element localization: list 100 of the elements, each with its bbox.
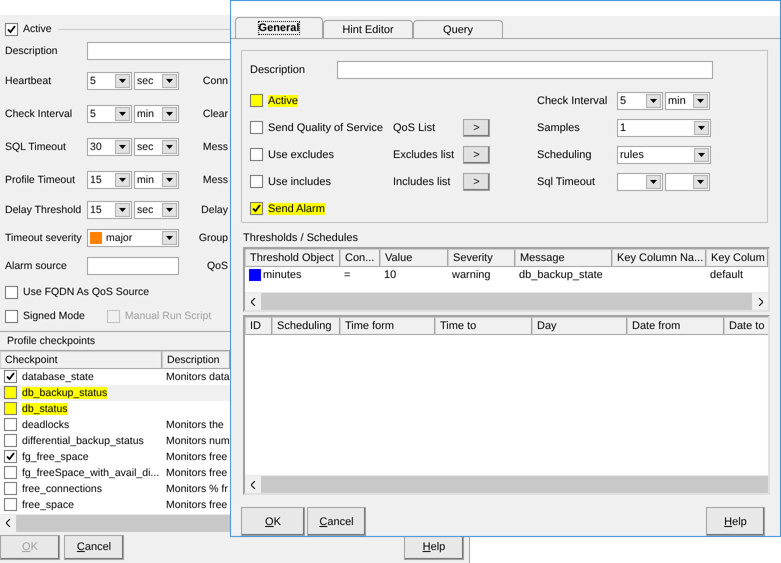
checkpoint-name: free_space [22, 498, 74, 511]
column-header[interactable]: Severity [448, 248, 515, 267]
unit-dropdown[interactable]: min [665, 92, 710, 110]
unit-dropdown[interactable]: sec [134, 201, 179, 219]
dialog-button[interactable]: Help [706, 507, 765, 536]
option-label: Manual Run Script [124, 310, 212, 322]
unit-dropdown[interactable]: min [134, 170, 179, 188]
scroll-right-icon[interactable] [758, 298, 762, 306]
dialog-button[interactable]: Cancel [64, 534, 124, 560]
alarm-source-field[interactable] [87, 257, 179, 275]
scroll-left-icon[interactable] [250, 298, 256, 306]
dialog-button[interactable]: OK [241, 507, 305, 536]
checkbox[interactable] [4, 370, 17, 384]
value-dropdown[interactable]: 15 [87, 170, 132, 188]
scroll-left-icon[interactable] [6, 519, 10, 528]
checkbox[interactable] [4, 434, 17, 448]
horizontal-scrollbar[interactable] [245, 475, 768, 493]
field-label: Group [198, 232, 229, 244]
checkpoint-name: differential_backup_status [22, 434, 144, 447]
column-header[interactable]: Con... [340, 248, 380, 267]
horizontal-scrollbar[interactable] [245, 292, 768, 310]
checkbox[interactable] [4, 386, 17, 400]
value-dropdown[interactable]: 5 [87, 72, 132, 90]
unit-dropdown[interactable]: sec [134, 72, 179, 90]
open-list-button[interactable]: > [463, 118, 490, 136]
column-header[interactable]: Description [162, 350, 230, 369]
checkbox[interactable] [5, 310, 18, 322]
checkpoint-row[interactable]: db_status [0, 400, 230, 417]
value-dropdown[interactable]: 5 [87, 104, 132, 122]
checkbox-label: Use includes [268, 176, 331, 188]
checkpoint-name: fg_free_space [22, 450, 89, 463]
checkpoint-description: Monitors free [166, 466, 228, 479]
checkbox[interactable] [4, 466, 17, 480]
column-header[interactable]: Scheduling [272, 317, 340, 336]
checkbox[interactable] [5, 286, 18, 298]
tab[interactable]: General [235, 17, 323, 38]
column-header[interactable]: Message [515, 248, 612, 267]
column-header[interactable]: Checkpoint [0, 350, 162, 369]
scroll-left-icon[interactable] [250, 480, 256, 488]
checkbox[interactable] [4, 418, 17, 432]
checkpoint-row[interactable]: free_connections Monitors % fr [0, 480, 230, 497]
checkbox[interactable] [250, 175, 263, 188]
unit-dropdown[interactable]: sec [134, 138, 179, 156]
checkbox[interactable] [4, 482, 17, 496]
column-header[interactable]: Key Column Na... [612, 248, 706, 267]
column-header[interactable]: Key Colum [706, 248, 768, 267]
column-header[interactable]: Day [532, 317, 627, 336]
severity-dropdown[interactable]: major [87, 229, 179, 247]
value-dropdown[interactable]: 15 [87, 201, 132, 219]
field-label: Timeout severity [5, 232, 83, 244]
checkpoint-row[interactable]: differential_backup_status Monitors num [0, 432, 230, 449]
value-dropdown[interactable]: 5 [617, 92, 663, 110]
checkbox[interactable] [5, 22, 18, 36]
checkbox[interactable] [250, 148, 263, 161]
column-header[interactable]: Time form [340, 317, 435, 336]
checkbox[interactable] [4, 450, 17, 464]
value-dropdown[interactable]: 1 [617, 118, 711, 136]
checkbox-label: Use excludes [268, 148, 334, 160]
column-header[interactable]: Date from [627, 317, 724, 336]
unit-dropdown[interactable]: min [134, 104, 179, 122]
value-dropdown[interactable] [617, 172, 663, 190]
checkpoint-description: Monitors data [166, 370, 230, 383]
checkpoint-description: Monitors % fr [166, 482, 228, 495]
threshold-row[interactable]: minutes = 10 warning db_backup_state default [245, 266, 768, 283]
checkbox[interactable] [4, 402, 17, 416]
checkbox[interactable] [250, 94, 263, 107]
description-field[interactable] [87, 42, 230, 60]
column-header[interactable]: Threshold Object [245, 248, 340, 267]
checkpoint-name: fg_freeSpace_with_avail_di... [22, 466, 160, 479]
description-field[interactable] [337, 60, 713, 78]
checkpoint-row[interactable]: free_space Monitors free [0, 496, 230, 513]
checkpoint-row[interactable]: fg_free_space Monitors free [0, 448, 230, 465]
tab[interactable]: Hint Editor [323, 20, 413, 38]
column-header[interactable]: Date to [724, 317, 768, 336]
checkbox[interactable] [250, 121, 263, 134]
value-dropdown[interactable]: rules [617, 146, 711, 164]
field-label: Check Interval [537, 94, 608, 106]
unit-dropdown[interactable] [665, 172, 710, 190]
checkpoint-description: Monitors the [166, 418, 224, 431]
table-cell: warning [452, 268, 491, 281]
column-header[interactable]: Time to [435, 317, 532, 336]
dialog-button[interactable]: Cancel [307, 507, 366, 536]
checkbox[interactable] [250, 202, 263, 215]
checkpoint-row[interactable]: database_state Monitors data [0, 368, 230, 385]
tab[interactable]: Query [413, 20, 503, 38]
checkpoint-row[interactable]: fg_freeSpace_with_avail_di... Monitors free [0, 464, 230, 481]
column-header[interactable]: Value [380, 248, 448, 267]
checkpoint-row[interactable]: db_backup_status [0, 384, 230, 401]
horizontal-scrollbar[interactable] [0, 514, 230, 532]
checkbox[interactable] [4, 498, 17, 512]
checkbox-label: Active [268, 94, 298, 106]
list-label: Includes list [393, 176, 452, 188]
value-dropdown[interactable]: 30 [87, 138, 132, 156]
option-label: Signed Mode [23, 310, 85, 322]
open-list-button[interactable]: > [463, 172, 490, 190]
field-label: Alarm source [5, 260, 68, 272]
table-cell: minutes [263, 268, 302, 281]
open-list-button[interactable]: > [463, 146, 490, 164]
column-header[interactable]: ID [245, 317, 272, 336]
checkpoint-row[interactable]: deadlocks Monitors the [0, 416, 230, 433]
